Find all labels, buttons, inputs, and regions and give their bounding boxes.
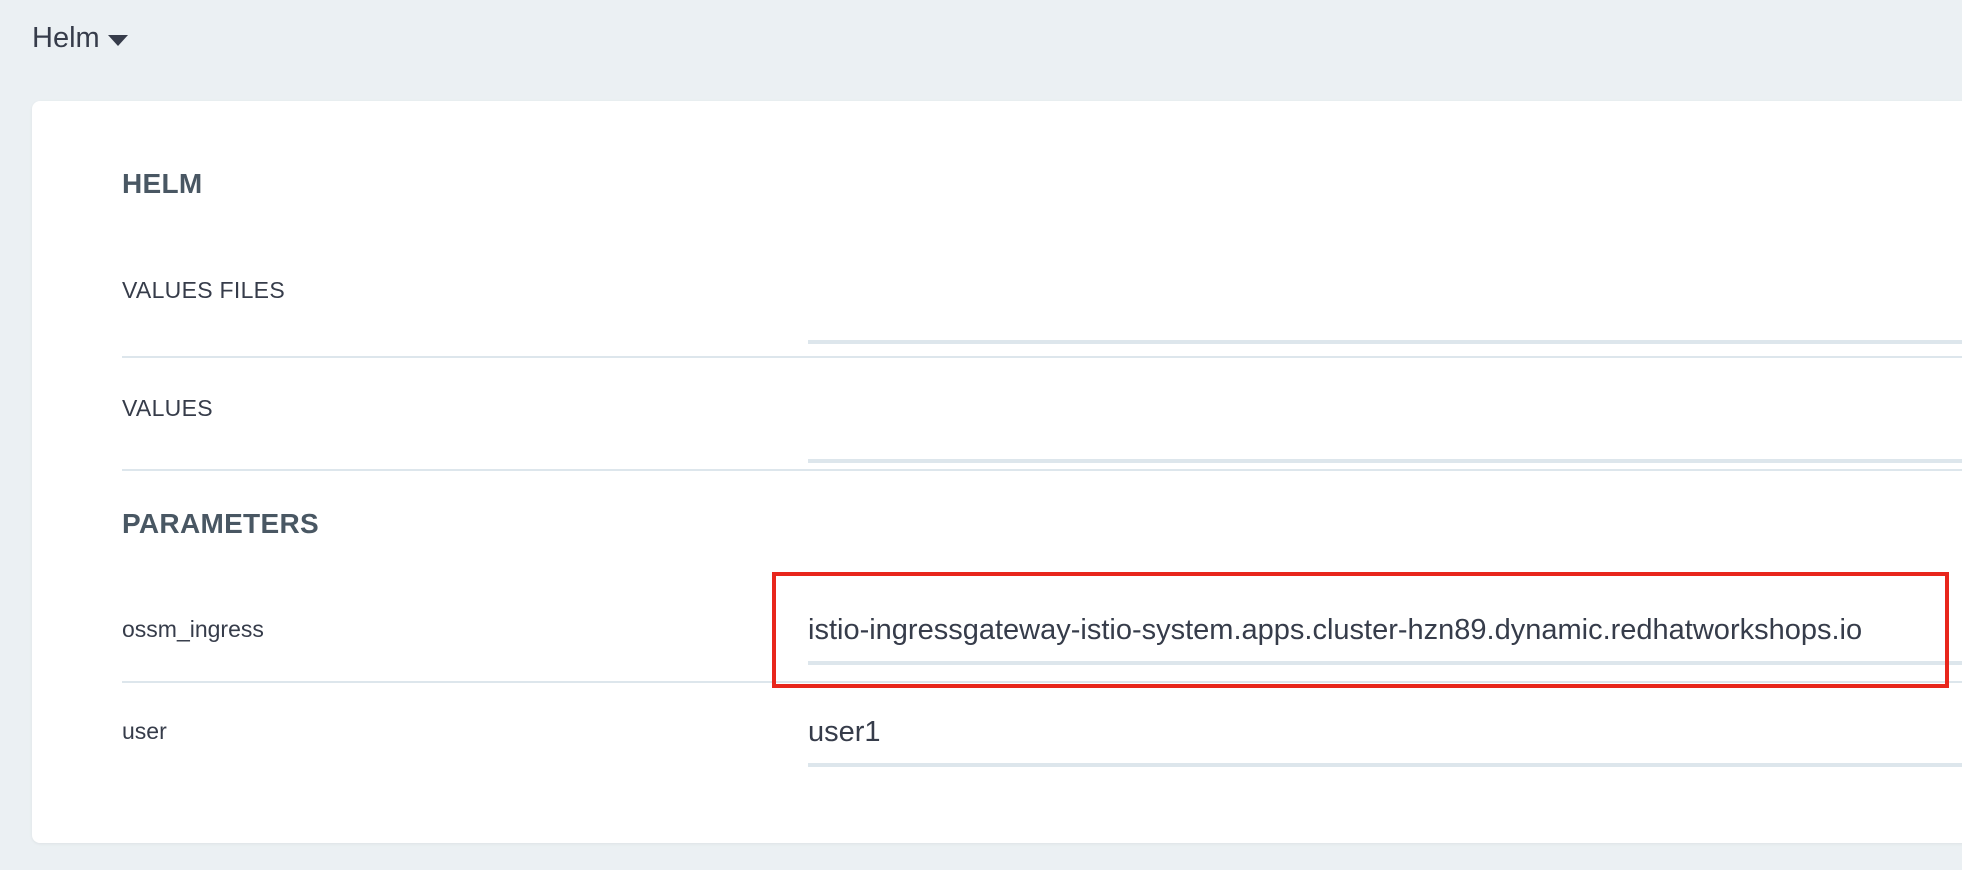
parameter-field-user[interactable]: user1 — [808, 715, 1962, 767]
values-files-field[interactable] — [808, 292, 1962, 344]
values-files-value — [808, 292, 1962, 326]
parameter-name-ossm-ingress: ossm_ingress — [122, 616, 264, 642]
parameters-heading: PARAMETERS — [122, 508, 319, 539]
highlight-annotation-box — [772, 572, 1949, 688]
section-title: Helm — [32, 22, 100, 54]
parameter-name-user: user — [122, 718, 167, 744]
row-divider — [122, 356, 1962, 358]
row-divider — [122, 469, 1962, 471]
values-underline — [808, 459, 1962, 463]
parameter-value-user: user1 — [808, 716, 881, 748]
values-files-underline — [808, 340, 1962, 344]
helm-section-toggle[interactable]: Helm — [32, 22, 128, 55]
values-label: VALUES — [122, 395, 213, 421]
parameter-underline — [808, 763, 1962, 767]
values-field[interactable] — [808, 411, 1962, 463]
helm-heading: HELM — [122, 168, 203, 199]
values-value — [808, 411, 1962, 445]
caret-down-icon — [107, 35, 128, 46]
values-files-label: VALUES FILES — [122, 277, 285, 303]
